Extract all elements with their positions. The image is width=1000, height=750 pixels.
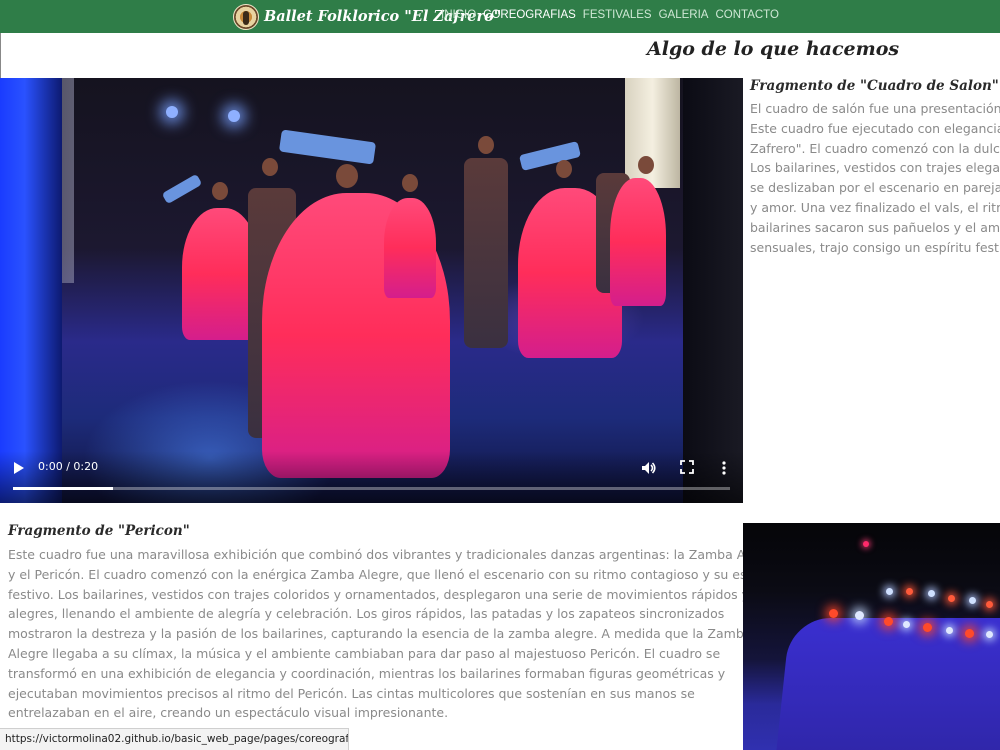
stage-light: [969, 597, 976, 604]
stage-light: [986, 631, 993, 638]
scarf: [278, 129, 377, 165]
browser-status-bar: https://victormolina02.github.io/basic_w…: [0, 728, 349, 750]
text-line: festivo. Los bailarines, vestidos con tr…: [8, 586, 750, 602]
dancer: [384, 198, 436, 298]
main-nav: INICIO COREOGRAFIAS FESTIVALES GALERIA C…: [441, 9, 779, 21]
nav-item-galeria[interactable]: GALERIA: [659, 9, 709, 21]
text-line: y el Pericón. El cuadro comenzó con la e…: [8, 566, 780, 582]
dancer-male: [464, 158, 508, 348]
video-progress-fill: [13, 487, 114, 490]
text-line: mostraron la destreza y la pasión de los…: [8, 626, 752, 642]
text-line: alegres, llenando el ambiente de alegría…: [8, 606, 725, 622]
fragment-cuadro-salon-title: Fragmento de "Cuadro de Salon": [750, 78, 999, 94]
dancer-head: [556, 160, 572, 178]
video-time: 0:00 / 0:20: [38, 460, 99, 473]
nav-item-festivales[interactable]: FESTIVALES: [583, 9, 652, 21]
stage-light: [166, 106, 178, 118]
dancer-head: [262, 158, 278, 176]
stage-light: [855, 611, 864, 620]
dancer-head: [336, 164, 358, 188]
text-line: se deslizaban por el escenario en pareja…: [750, 180, 1000, 196]
volume-icon[interactable]: [641, 460, 657, 476]
more-vertical-icon[interactable]: [717, 460, 731, 476]
stage-light: [863, 541, 869, 547]
fragment-pericon-text: Este cuadro fue una maravillosa exhibici…: [8, 545, 780, 723]
text-line: sensuales, trajo consigo un espíritu fes…: [750, 239, 1000, 255]
text-line: Este cuadro fue una maravillosa exhibici…: [8, 547, 777, 562]
video-progress-bar[interactable]: [13, 487, 730, 490]
text-line: Los bailarines, vestidos con trajes eleg…: [750, 160, 1000, 176]
section-title: Algo de lo que hacemos: [647, 38, 900, 60]
stage-light: [928, 590, 935, 597]
top-navbar: Ballet Folklorico "El Zafrero" INICIO CO…: [0, 0, 1000, 33]
dancer-logo-icon: [233, 3, 259, 30]
stage-light: [986, 601, 993, 608]
dancer-head: [212, 182, 228, 200]
text-line: ejecutaban movimientos precisos al ritmo…: [8, 685, 695, 701]
stage-light: [884, 617, 893, 626]
text-line: Este cuadro fue ejecutado con elegancia …: [750, 120, 1000, 136]
stage-curtain-right: [683, 78, 743, 503]
fragment-pericon-title: Fragmento de "Pericon": [8, 523, 190, 539]
nav-item-contacto[interactable]: CONTACTO: [715, 9, 778, 21]
text-line: Zafrero". El cuadro comenzó con la dulce…: [750, 140, 1000, 156]
stage-light: [906, 588, 913, 595]
stage-light: [228, 110, 240, 122]
nav-item-inicio[interactable]: INICIO: [441, 9, 476, 21]
stage-light: [829, 609, 838, 618]
scarf: [161, 173, 203, 205]
fragment-cuadro-salon-text: El cuadro de salón fue una presentación …: [750, 99, 1000, 269]
stage-light: [965, 629, 974, 638]
stage-light: [946, 627, 953, 634]
video-player-pericon[interactable]: [743, 523, 1000, 750]
dancer-head: [478, 136, 494, 154]
fullscreen-icon[interactable]: [680, 460, 694, 474]
stage-curtain-white: [625, 78, 680, 188]
text-line: El cuadro de salón fue una presentación …: [750, 101, 1000, 116]
dancer: [610, 178, 666, 306]
stage-light: [886, 588, 893, 595]
dancer-head: [402, 174, 418, 192]
video-frame: [775, 618, 1000, 750]
play-icon[interactable]: [12, 461, 26, 475]
left-border: [0, 33, 1, 78]
video-frame: [0, 78, 743, 503]
nav-item-coreografias[interactable]: COREOGRAFIAS: [483, 9, 576, 21]
stage-light: [923, 623, 932, 632]
text-line: y amor. Una vez finalizado el vals, el r…: [750, 199, 1000, 215]
text-line: Alegre llegaba a su clímax, la música y …: [8, 645, 721, 661]
text-line: bailarines sacaron sus pañuelos y el amb…: [750, 219, 1000, 235]
dancer-head: [638, 156, 654, 174]
video-player-cuadro-salon[interactable]: 0:00 / 0:20: [0, 78, 743, 503]
stage-light: [903, 621, 910, 628]
video-controls: 0:00 / 0:20: [0, 451, 743, 503]
text-line: transformó en una exhibición de eleganci…: [8, 665, 726, 681]
text-line: entrelazaban en el aire, creando un espe…: [8, 705, 449, 721]
stage-curtain-left: [0, 78, 62, 503]
stage-light: [948, 595, 955, 602]
